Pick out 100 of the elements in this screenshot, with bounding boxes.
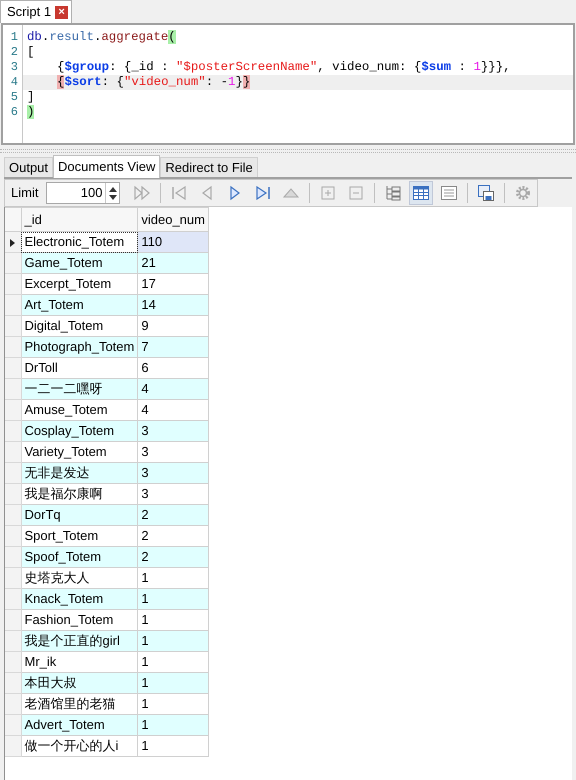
table-cell: 3 <box>138 420 209 442</box>
table-cell: 2 <box>138 546 209 568</box>
table-cell: 9 <box>138 316 209 336</box>
table-cell: 2 <box>138 526 209 546</box>
table-row[interactable]: 无非是发达 3 <box>5 462 209 484</box>
table-cell: DrToll <box>21 358 138 378</box>
table-cell: 3 <box>138 484 209 504</box>
line-number: 6 <box>10 105 19 120</box>
table-row[interactable]: DorTq 2 <box>5 504 209 526</box>
table-cell: 14 <box>138 294 209 316</box>
table-cell: 1 <box>138 610 209 630</box>
table-cell: 1 <box>138 588 209 610</box>
table-row[interactable]: Variety_Totem 3 <box>5 442 209 462</box>
result-tab[interactable]: Output <box>4 157 54 177</box>
table-row[interactable]: 史塔克大人 1 <box>5 568 209 588</box>
table-cell: 21 <box>138 252 209 274</box>
script-tab[interactable]: Script 1 × <box>0 0 72 23</box>
code-editor[interactable]: 1 2 3 4 5 6 db.result.aggregate( [ {$group: {_id : "$posterScreenName", video_num: {$sum : 1}}}, {$sort: {"video_num": -1}} ] ) <box>1 23 575 145</box>
tab-label: Script 1 <box>7 3 52 22</box>
table-row[interactable]: Spoof_Totem 2 <box>5 546 209 568</box>
table-row[interactable]: Fashion_Totem 1 <box>5 610 209 630</box>
table-row[interactable]: Art_Totem 14 <box>5 294 209 316</box>
table-row[interactable]: Electronic_Totem 110 <box>5 232 209 252</box>
table-cell: 本田大叔 <box>21 672 138 694</box>
table-cell: 一二一二嘿呀 <box>21 378 138 400</box>
table-cell: Electronic_Totem <box>21 232 138 252</box>
table-cell: Knack_Totem <box>21 588 138 610</box>
table-cell: Variety_Totem <box>21 442 138 462</box>
table-cell: 1 <box>138 568 209 588</box>
table-cell: Photograph_Totem <box>21 336 138 358</box>
table-cell: Spoof_Totem <box>21 546 138 568</box>
table-cell: Digital_Totem <box>21 316 138 336</box>
result-tab[interactable]: Redirect to File <box>160 157 258 177</box>
table-row[interactable]: Knack_Totem 1 <box>5 588 209 610</box>
table-cell: 3 <box>138 462 209 484</box>
spin-down-icon[interactable] <box>108 194 117 200</box>
table-cell: 4 <box>138 400 209 420</box>
table-cell: 无非是发达 <box>21 462 138 484</box>
table-row[interactable]: 做一个开心的人i 1 <box>5 736 209 756</box>
table-row[interactable]: 本田大叔 1 <box>5 672 209 694</box>
table-row[interactable]: Photograph_Totem 7 <box>5 336 209 358</box>
table-cell: Fashion_Totem <box>21 610 138 630</box>
spin-up-icon[interactable] <box>108 186 117 192</box>
table-row[interactable]: Digital_Totem 9 <box>5 316 209 336</box>
row-header[interactable] <box>5 232 21 252</box>
table-cell: Sport_Totem <box>21 526 138 546</box>
line-number: 2 <box>10 45 19 60</box>
table-cell: Game_Totem <box>21 252 138 274</box>
table-cell: Amuse_Totem <box>21 400 138 420</box>
table-cell: 1 <box>138 630 209 652</box>
table-row[interactable]: Game_Totem 21 <box>5 252 209 274</box>
table-cell: 110 <box>138 232 209 252</box>
table-cell: 2 <box>138 504 209 526</box>
table-cell: Art_Totem <box>21 294 138 316</box>
table-cell: DorTq <box>21 504 138 526</box>
line-number: 5 <box>10 90 19 105</box>
table-cell: 17 <box>138 274 209 294</box>
table-row[interactable]: DrToll 6 <box>5 358 209 378</box>
table-row[interactable]: 老酒馆里的老猫 1 <box>5 694 209 714</box>
table-row[interactable]: 一二一二嘿呀 4 <box>5 378 209 400</box>
table-cell: 1 <box>138 714 209 736</box>
table-cell: 做一个开心的人i <box>21 736 138 756</box>
code-line: {$group: {_id : "$posterScreenName", video_num: {$sum : 1}}}, <box>56 60 512 75</box>
table-cell: Cosplay_Totem <box>21 420 138 442</box>
table-cell: 1 <box>138 736 209 756</box>
table-view-icon[interactable] <box>409 181 434 205</box>
table-cell: 我是个正直的girl <box>21 630 138 652</box>
table-row[interactable]: Cosplay_Totem 3 <box>5 420 209 442</box>
close-button[interactable]: × <box>55 6 68 18</box>
table-cell: 3 <box>138 442 209 462</box>
table-cell: Advert_Totem <box>21 714 138 736</box>
table-row[interactable]: Excerpt_Totem 17 <box>5 274 209 294</box>
row-pointer-icon <box>10 238 16 247</box>
table-cell: Mr_ik <box>21 652 138 672</box>
table-row[interactable]: Advert_Totem 1 <box>5 714 209 736</box>
table-row[interactable]: Amuse_Totem 4 <box>5 400 209 420</box>
line-number: 4 <box>10 75 19 90</box>
table-cell: 7 <box>138 336 209 358</box>
table-row[interactable]: Mr_ik 1 <box>5 652 209 672</box>
result-tab[interactable]: Documents View <box>53 155 160 178</box>
line-number: 3 <box>10 60 19 75</box>
column-header[interactable]: _id <box>21 208 138 232</box>
table-cell: 4 <box>138 378 209 400</box>
table-row[interactable]: 我是福尔康啊 3 <box>5 484 209 504</box>
limit-label: Limit <box>11 184 38 202</box>
table-row[interactable]: Sport_Totem 2 <box>5 526 209 546</box>
table-cell: 史塔克大人 <box>21 568 138 588</box>
limit-field[interactable]: 100 <box>46 182 120 204</box>
table-cell: 老酒馆里的老猫 <box>21 694 138 714</box>
table-cell: Excerpt_Totem <box>21 274 138 294</box>
code-line: [ <box>26 45 36 60</box>
table-cell: 1 <box>138 672 209 694</box>
line-number: 1 <box>10 30 19 45</box>
table-cell: 6 <box>138 358 209 378</box>
table-row[interactable]: 我是个正直的girl 1 <box>5 630 209 652</box>
code-line: ] <box>26 90 36 105</box>
table-cell: 1 <box>138 652 209 672</box>
code-line: db.result.aggregate( <box>26 30 177 45</box>
table-cell: 我是福尔康啊 <box>21 484 138 504</box>
table-cell: 1 <box>138 694 209 714</box>
